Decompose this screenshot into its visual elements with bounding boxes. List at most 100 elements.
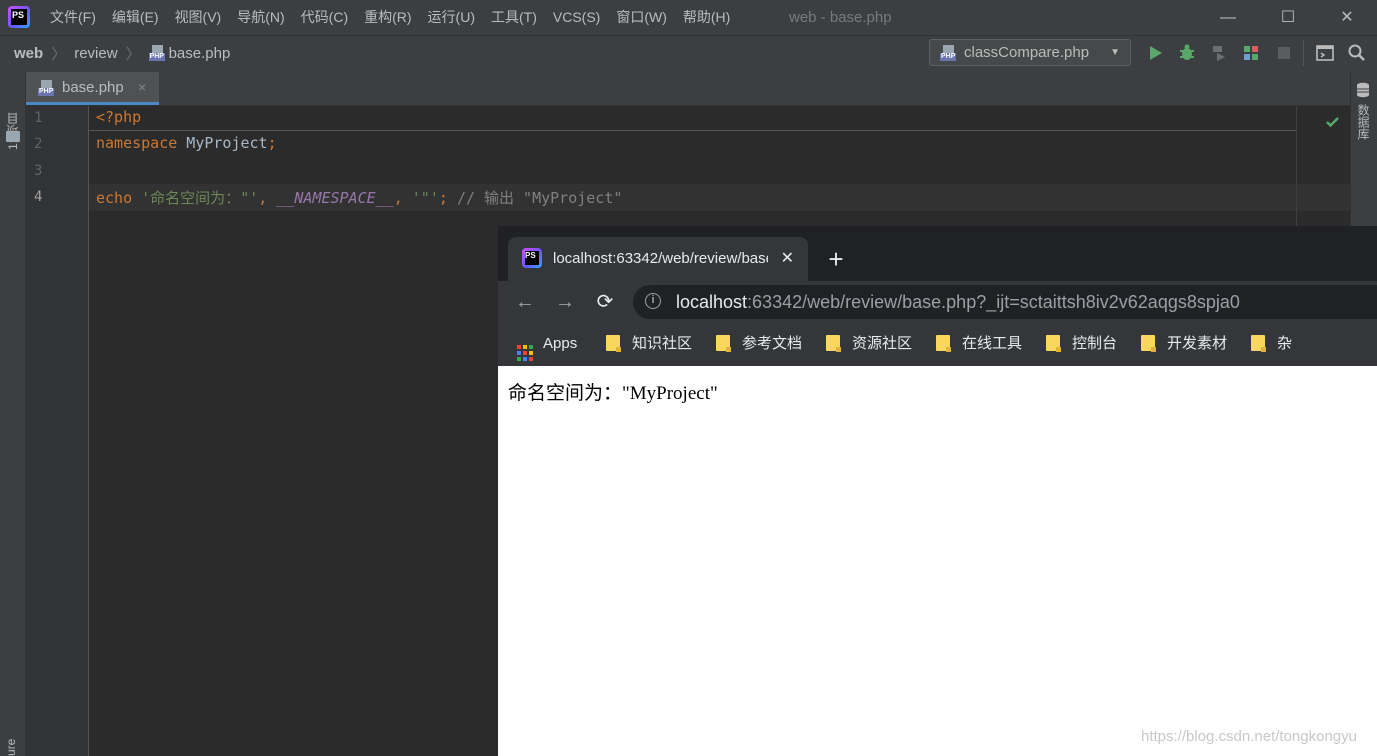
terminal-icon[interactable] <box>1315 43 1335 63</box>
bookmark-folder[interactable]: 知识社区 <box>606 323 692 365</box>
address-bar[interactable]: i localhost:63342/web/review/base.php?_i… <box>633 285 1377 319</box>
chevron-down-icon: ▼ <box>1110 47 1120 58</box>
phpstorm-favicon-icon: PS <box>522 248 542 268</box>
menu-refactor[interactable]: 重构(R) <box>356 0 419 35</box>
line-number: 3 <box>34 163 43 179</box>
menu-help[interactable]: 帮助(H) <box>675 0 738 35</box>
breadcrumb-project[interactable]: web <box>14 45 43 62</box>
folder-icon <box>1251 335 1266 352</box>
code-identifier: MyProject <box>177 134 268 152</box>
code-line-1: <?php <box>96 108 142 126</box>
bookmarks-bar: Apps 知识社区 参考文档 资源社区 在线工具 控制台 开发素材 杂 <box>498 323 1377 366</box>
folder-icon <box>826 335 841 352</box>
debug-icon[interactable] <box>1177 43 1197 63</box>
search-icon[interactable] <box>1347 43 1367 63</box>
new-tab-button[interactable]: + <box>824 244 848 274</box>
editor-tab-bar <box>26 72 1350 106</box>
minimize-button[interactable]: — <box>1198 0 1258 35</box>
database-icon <box>1357 82 1369 98</box>
chevron-right-icon: 〉 <box>51 45 67 63</box>
menu-vcs[interactable]: VCS(S) <box>545 0 608 35</box>
bookmark-folder[interactable]: 资源社区 <box>826 323 912 365</box>
menu-window[interactable]: 窗口(W) <box>608 0 675 35</box>
bookmark-label: 知识社区 <box>632 335 693 352</box>
code-keyword: echo <box>96 189 142 207</box>
forward-button[interactable]: → <box>552 289 578 315</box>
menu-run[interactable]: 运行(U) <box>420 0 483 35</box>
maximize-button[interactable]: ☐ <box>1258 0 1318 35</box>
code-comment: // 输出 "MyProject" <box>456 189 623 207</box>
code-string: '命名空间为："' <box>141 189 259 207</box>
profile-icon[interactable] <box>1241 43 1261 63</box>
inspection-ok-check-icon[interactable] <box>1325 114 1340 129</box>
reload-button[interactable]: ⟳ <box>592 289 618 315</box>
menu-navigate[interactable]: 导航(N) <box>229 0 292 35</box>
bookmark-label: Apps <box>543 335 578 352</box>
close-tab-icon[interactable]: × <box>138 72 146 103</box>
main-menu: 文件(F) 编辑(E) 视图(V) 导航(N) 代码(C) 重构(R) 运行(U… <box>42 0 738 35</box>
bookmark-label: 资源社区 <box>852 335 913 352</box>
bookmark-label: 开发素材 <box>1167 335 1228 352</box>
browser-tab-title: localhost:63342/web/review/base.php <box>553 250 768 267</box>
phpstorm-logo-icon: PS <box>8 6 30 28</box>
favicon-text: PS <box>525 251 539 265</box>
close-browser-tab-icon[interactable]: ✕ <box>781 237 794 281</box>
window-title: web - base.php <box>789 9 892 26</box>
folder-icon <box>1141 335 1156 352</box>
php-file-icon: PHP <box>940 45 958 61</box>
address-url: localhost:63342/web/review/base.php?_ijt… <box>676 285 1240 319</box>
code-keyword: namespace <box>96 134 178 152</box>
browser-tab[interactable]: PS localhost:63342/web/review/base.php ✕ <box>508 237 808 281</box>
breadcrumb-file[interactable]: base.php <box>169 45 231 62</box>
bookmark-label: 杂 <box>1277 335 1293 352</box>
apps-grid-icon <box>517 345 533 361</box>
bookmark-label: 参考文档 <box>742 335 803 352</box>
close-window-button[interactable]: ✕ <box>1317 0 1377 35</box>
url-path: :63342/web/review/base.php?_ijt=sctaitts… <box>747 292 1240 312</box>
php-file-icon: PHP <box>38 80 56 96</box>
run-icon[interactable] <box>1145 43 1165 63</box>
folder-icon <box>1046 335 1061 352</box>
info-icon[interactable]: i <box>645 293 661 309</box>
bookmark-apps[interactable]: Apps <box>517 323 577 365</box>
bookmark-label: 控制台 <box>1072 335 1118 352</box>
folder-icon <box>936 335 951 352</box>
breadcrumb: web 〉 review 〉 PHP base.php <box>14 35 230 71</box>
page-output-text: 命名空间为："MyProject" <box>508 383 718 404</box>
watermark: https://blog.csdn.net/tongkongyu <box>1141 728 1357 745</box>
file-tab-base-php[interactable]: PHP base.php × <box>26 72 159 105</box>
bookmark-folder[interactable]: 开发素材 <box>1141 323 1227 365</box>
code-line-2: namespace MyProject; <box>96 134 277 152</box>
line-number: 2 <box>34 136 43 152</box>
run-configuration-select[interactable]: PHP classCompare.php ▼ <box>929 39 1131 66</box>
stop-icon[interactable] <box>1274 43 1294 63</box>
breadcrumb-folder[interactable]: review <box>74 45 117 62</box>
logo-text: PS <box>11 9 27 25</box>
database-tool-tab[interactable]: 数据库 <box>1354 104 1372 164</box>
back-button[interactable]: ← <box>512 289 538 315</box>
code-line-4: echo '命名空间为："', __NAMESPACE__, '"'; // 输… <box>96 187 622 208</box>
toolbar-divider <box>1303 40 1304 66</box>
php-tag-separator <box>89 130 1296 131</box>
code-comma: , <box>258 189 277 207</box>
menu-edit[interactable]: 编辑(E) <box>104 0 167 35</box>
structure-tool-tab[interactable]: ure <box>4 730 22 756</box>
folder-icon <box>716 335 731 352</box>
bookmark-folder[interactable]: 参考文档 <box>716 323 802 365</box>
folder-icon <box>606 335 621 352</box>
line-number: 1 <box>34 110 43 126</box>
menu-file[interactable]: 文件(F) <box>42 0 104 35</box>
coverage-icon[interactable] <box>1209 43 1229 63</box>
menu-tools[interactable]: 工具(T) <box>483 0 545 35</box>
bookmark-folder[interactable]: 在线工具 <box>936 323 1022 365</box>
menu-view[interactable]: 视图(V) <box>167 0 230 35</box>
bookmark-folder[interactable]: 杂 <box>1251 323 1292 365</box>
url-host: localhost <box>676 292 748 312</box>
line-number-gutter: 1 2 3 4 <box>26 106 89 756</box>
menu-code[interactable]: 代码(C) <box>293 0 356 35</box>
code-string: '"' <box>411 189 439 207</box>
file-tab-label: base.php <box>62 79 124 96</box>
bookmark-label: 在线工具 <box>962 335 1023 352</box>
bookmark-folder[interactable]: 控制台 <box>1046 323 1117 365</box>
code-constant: __NAMESPACE__ <box>276 189 394 207</box>
